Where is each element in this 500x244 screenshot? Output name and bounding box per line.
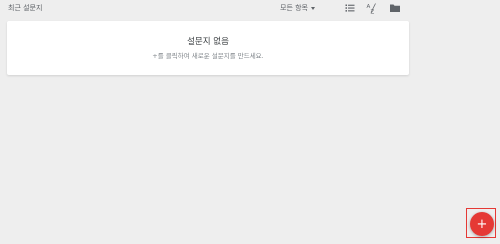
owner-filter-label: 모든 항목 xyxy=(280,3,308,12)
create-form-button[interactable]: + xyxy=(470,212,494,236)
empty-state-title: 설문지 없음 xyxy=(187,37,229,47)
chevron-down-icon xyxy=(311,6,315,10)
toolbar: 최근 설문지 모든 항목 A Z xyxy=(0,0,500,16)
app-root: 최근 설문지 모든 항목 A Z 설문지 없음 +를 클릭하여 새로운 설문지를… xyxy=(0,0,500,244)
list-view-icon xyxy=(345,4,355,12)
sort-button[interactable]: A Z xyxy=(366,2,378,14)
section-title: 최근 설문지 xyxy=(8,4,43,12)
owner-filter-dropdown[interactable]: 모든 항목 xyxy=(280,2,315,13)
folder-icon xyxy=(390,4,400,12)
empty-state-hint: +를 클릭하여 새로운 설문지를 만드세요. xyxy=(152,52,264,60)
empty-state-card: 설문지 없음 +를 클릭하여 새로운 설문지를 만드세요. xyxy=(7,21,409,75)
list-view-button[interactable] xyxy=(344,2,356,14)
plus-icon: + xyxy=(476,216,488,232)
folder-button[interactable] xyxy=(389,2,401,14)
sort-az-icon: A Z xyxy=(367,3,376,14)
